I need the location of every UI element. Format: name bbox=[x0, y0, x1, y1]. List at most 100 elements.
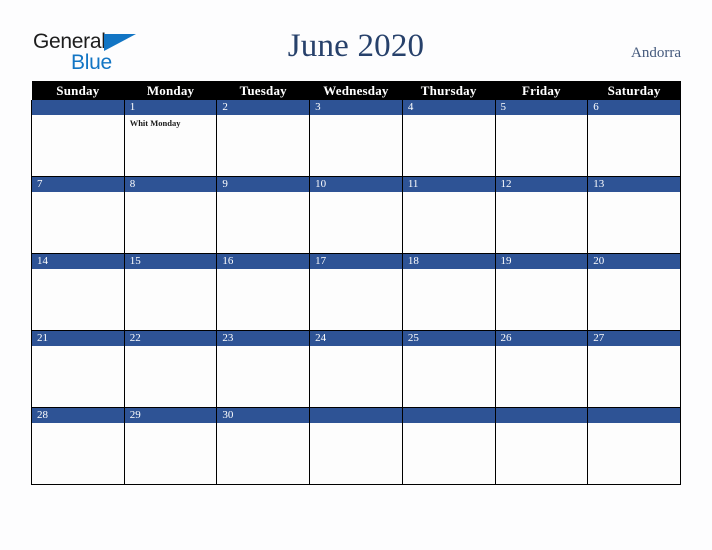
day-cell[interactable]: 21 bbox=[31, 330, 125, 408]
day-cell[interactable]: 1 Whit Monday bbox=[123, 100, 218, 177]
day-number: 19 bbox=[495, 254, 588, 269]
day-number: 11 bbox=[402, 177, 495, 192]
day-number bbox=[588, 408, 680, 423]
day-event bbox=[217, 192, 309, 195]
day-cell[interactable]: 23 bbox=[216, 330, 311, 408]
day-cell[interactable]: 7 bbox=[31, 176, 125, 254]
day-event bbox=[496, 423, 588, 426]
day-cell[interactable]: 20 bbox=[587, 253, 681, 331]
day-cell[interactable]: 25 bbox=[401, 330, 496, 408]
day-cell[interactable]: 4 bbox=[401, 100, 496, 177]
day-number bbox=[495, 408, 588, 423]
day-cell[interactable]: 27 bbox=[587, 330, 681, 408]
day-cell[interactable] bbox=[587, 407, 681, 485]
day-cell[interactable]: 9 bbox=[216, 176, 311, 254]
day-cell[interactable]: 22 bbox=[123, 330, 218, 408]
day-cell[interactable]: 8 bbox=[123, 176, 218, 254]
day-cell[interactable]: 16 bbox=[216, 253, 311, 331]
day-number: 14 bbox=[32, 254, 124, 269]
day-cell[interactable]: 12 bbox=[494, 176, 589, 254]
day-cell[interactable]: 15 bbox=[123, 253, 218, 331]
day-cell[interactable]: 19 bbox=[494, 253, 589, 331]
calendar-week-row: 28 29 30 bbox=[31, 407, 681, 485]
day-number: 9 bbox=[217, 177, 310, 192]
weekday-header-tuesday: Tuesday bbox=[216, 81, 310, 100]
weekday-header-thursday: Thursday bbox=[402, 81, 496, 100]
day-cell[interactable] bbox=[31, 100, 125, 177]
day-number: 1 bbox=[124, 100, 217, 115]
day-cell[interactable]: 17 bbox=[309, 253, 403, 331]
day-cell[interactable]: 11 bbox=[401, 176, 496, 254]
page-title: June 2020 bbox=[287, 28, 425, 64]
day-event bbox=[496, 269, 588, 272]
weekday-header-monday: Monday bbox=[124, 81, 217, 100]
weekday-header-wednesday: Wednesday bbox=[309, 81, 403, 100]
day-number: 17 bbox=[310, 254, 402, 269]
day-number: 30 bbox=[217, 408, 310, 423]
page-header: General Blue June 2020 Andorra bbox=[0, 0, 712, 81]
day-cell[interactable] bbox=[401, 407, 496, 485]
day-number: 26 bbox=[495, 331, 588, 346]
day-cell[interactable]: 6 bbox=[587, 100, 681, 177]
day-number: 12 bbox=[495, 177, 588, 192]
weekday-header-saturday: Saturday bbox=[587, 81, 681, 100]
day-event bbox=[32, 423, 124, 426]
day-number: 28 bbox=[32, 408, 124, 423]
day-number: 10 bbox=[310, 177, 402, 192]
day-event bbox=[496, 192, 588, 195]
day-number: 8 bbox=[124, 177, 217, 192]
day-event bbox=[588, 192, 680, 195]
day-event bbox=[588, 423, 680, 426]
day-event bbox=[310, 192, 402, 195]
day-cell[interactable]: 5 bbox=[494, 100, 589, 177]
day-cell[interactable]: 28 bbox=[31, 407, 125, 485]
day-event bbox=[217, 269, 309, 272]
day-number: 15 bbox=[124, 254, 217, 269]
day-cell[interactable]: 3 bbox=[309, 100, 403, 177]
day-number: 18 bbox=[402, 254, 495, 269]
calendar-body: 1 Whit Monday 2 3 4 5 6 7 8 9 10 11 12 13… bbox=[31, 100, 681, 485]
day-event bbox=[217, 115, 309, 118]
calendar-page: General Blue June 2020 Andorra Sunday Mo… bbox=[0, 0, 712, 550]
day-number: 23 bbox=[217, 331, 310, 346]
day-cell[interactable]: 2 bbox=[216, 100, 311, 177]
day-cell[interactable]: 30 bbox=[216, 407, 311, 485]
day-number: 20 bbox=[588, 254, 680, 269]
weekday-header-sunday: Sunday bbox=[31, 81, 125, 100]
day-cell[interactable]: 26 bbox=[494, 330, 589, 408]
day-event bbox=[403, 192, 495, 195]
day-event bbox=[125, 269, 217, 272]
day-number: 29 bbox=[124, 408, 217, 423]
day-event bbox=[310, 346, 402, 349]
day-number: 25 bbox=[402, 331, 495, 346]
day-event bbox=[32, 269, 124, 272]
day-event bbox=[403, 346, 495, 349]
weekday-header-friday: Friday bbox=[495, 81, 588, 100]
calendar-week-row: 21 22 23 24 25 26 27 bbox=[31, 330, 681, 408]
day-cell[interactable]: 29 bbox=[123, 407, 218, 485]
day-event bbox=[32, 115, 124, 118]
day-cell[interactable]: 24 bbox=[309, 330, 403, 408]
day-cell[interactable]: 13 bbox=[587, 176, 681, 254]
day-cell[interactable]: 14 bbox=[31, 253, 125, 331]
day-event bbox=[588, 269, 680, 272]
day-cell[interactable]: 10 bbox=[309, 176, 403, 254]
day-number: 5 bbox=[495, 100, 588, 115]
day-event bbox=[310, 423, 402, 426]
day-number: 24 bbox=[310, 331, 402, 346]
day-number: 22 bbox=[124, 331, 217, 346]
day-cell[interactable] bbox=[494, 407, 589, 485]
day-number: 7 bbox=[32, 177, 124, 192]
day-cell[interactable] bbox=[309, 407, 403, 485]
day-event bbox=[32, 192, 124, 195]
day-event bbox=[496, 346, 588, 349]
day-number: 13 bbox=[588, 177, 680, 192]
day-event bbox=[496, 115, 588, 118]
day-number: 2 bbox=[217, 100, 310, 115]
calendar-week-row: 1 Whit Monday 2 3 4 5 6 bbox=[31, 100, 681, 177]
day-cell[interactable]: 18 bbox=[401, 253, 496, 331]
day-event bbox=[125, 423, 217, 426]
calendar-week-row: 7 8 9 10 11 12 13 bbox=[31, 176, 681, 254]
day-number: 3 bbox=[310, 100, 402, 115]
calendar-grid: Sunday Monday Tuesday Wednesday Thursday… bbox=[31, 81, 681, 485]
